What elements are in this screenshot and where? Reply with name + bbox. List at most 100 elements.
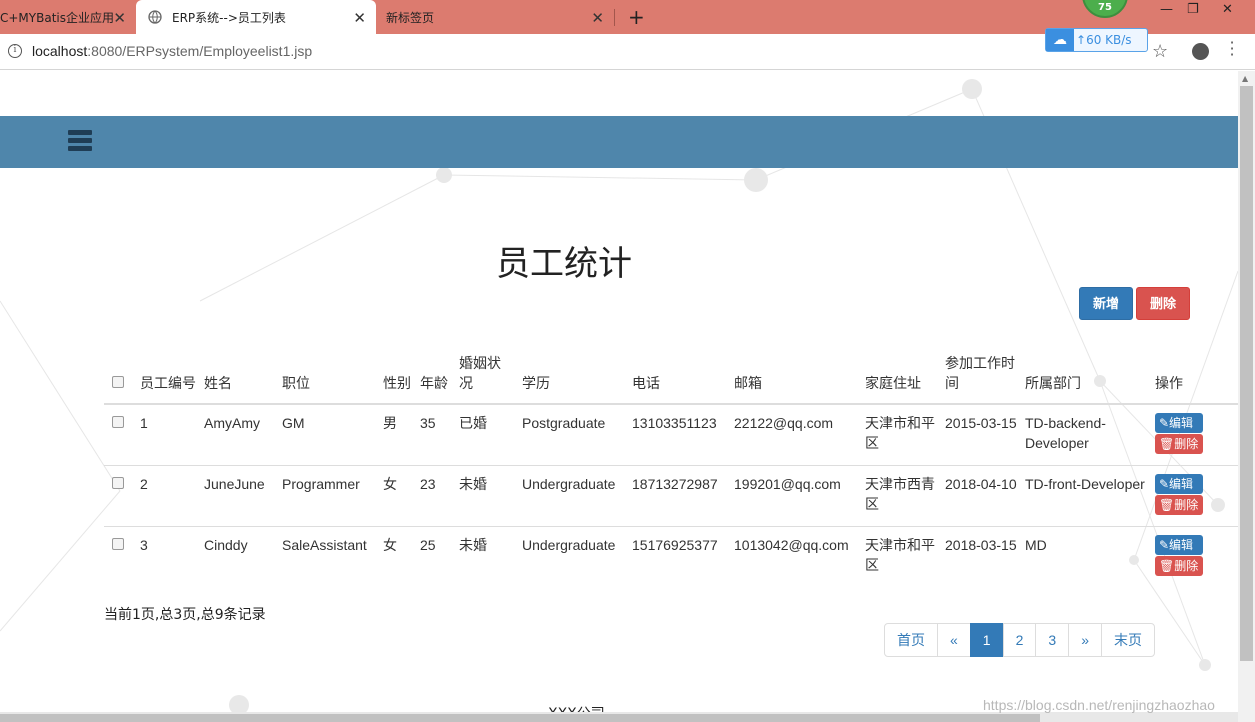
- hamburger-menu-icon[interactable]: [68, 130, 92, 152]
- horizontal-scrollbar[interactable]: [0, 712, 1238, 722]
- add-employee-button[interactable]: 新增: [1079, 287, 1133, 320]
- cell-department: TD-front-Developer: [1021, 465, 1151, 527]
- cell-id: 1: [136, 403, 200, 466]
- cell-department: TD-backend-Developer: [1021, 403, 1151, 466]
- column-header: 婚姻状况: [455, 349, 518, 405]
- globe-icon: [148, 10, 162, 24]
- url-text[interactable]: localhost:8080/ERPsystem/Employeelist1.j…: [32, 43, 312, 59]
- cell-marital-status: 未婚: [455, 526, 518, 587]
- pagination-summary: 当前1页,总3页,总9条记录: [104, 607, 266, 623]
- cell-age: 23: [416, 465, 455, 527]
- cell-address: 天津市西青区: [861, 465, 941, 527]
- cell-education: Postgraduate: [518, 403, 628, 466]
- cell-start-date: 2018-04-10: [941, 465, 1021, 527]
- employee-table: 员工编号 姓名 职位 性别 年龄 婚姻状况 学历 电话 邮箱 家庭住址 参加工作…: [104, 349, 1238, 587]
- scrollbar-thumb[interactable]: [0, 714, 1040, 722]
- close-tab-icon[interactable]: ✕: [353, 9, 366, 27]
- browser-tab-active[interactable]: ERP系统-->员工列表 ✕: [136, 0, 376, 34]
- edit-row-button[interactable]: ✎编辑: [1155, 413, 1203, 433]
- row-checkbox[interactable]: [112, 477, 124, 489]
- tab-title: 新标签页: [386, 10, 435, 25]
- vertical-scrollbar[interactable]: ▲: [1238, 71, 1255, 722]
- column-header: 家庭住址: [861, 349, 941, 405]
- bookmark-star-icon[interactable]: ☆: [1152, 41, 1168, 62]
- tab-separator: [614, 9, 615, 26]
- column-header: 年龄: [416, 349, 455, 405]
- edit-row-button[interactable]: ✎编辑: [1155, 535, 1203, 555]
- cell-email: 22122@qq.com: [730, 403, 861, 466]
- scroll-up-icon[interactable]: ▲: [1242, 74, 1248, 83]
- page-link-1[interactable]: 1: [969, 623, 1004, 657]
- column-header: 学历: [518, 349, 628, 405]
- cell-gender: 女: [379, 526, 416, 587]
- table-row: 1 AmyAmy GM 男 35 已婚 Postgraduate 1310335…: [104, 403, 1238, 466]
- cell-actions: ✎编辑 🗑删除: [1151, 526, 1238, 587]
- cell-gender: 男: [379, 403, 416, 466]
- cell-address: 天津市和平区: [861, 526, 941, 587]
- cell-phone: 13103351123: [628, 403, 730, 466]
- cell-address: 天津市和平区: [861, 403, 941, 466]
- row-checkbox[interactable]: [112, 538, 124, 550]
- minimize-icon[interactable]: —: [1160, 2, 1173, 17]
- account-icon[interactable]: [1192, 43, 1209, 60]
- first-page-link[interactable]: 首页: [884, 623, 938, 657]
- table-header-row: 员工编号 姓名 职位 性别 年龄 婚姻状况 学历 电话 邮箱 家庭住址 参加工作…: [104, 349, 1238, 405]
- upload-arrow-icon: ↑: [1076, 33, 1087, 47]
- page-title: 员工统计: [496, 244, 632, 284]
- delete-row-button[interactable]: 🗑删除: [1155, 495, 1203, 515]
- column-header: 职位: [278, 349, 379, 405]
- cell-name: JuneJune: [200, 465, 278, 527]
- table-row: 2 JuneJune Programmer 女 23 未婚 Undergradu…: [104, 465, 1238, 527]
- delete-row-button[interactable]: 🗑删除: [1155, 434, 1203, 454]
- cell-id: 3: [136, 526, 200, 587]
- next-page-link[interactable]: »: [1068, 623, 1102, 657]
- page-link-2[interactable]: 2: [1002, 623, 1037, 657]
- cell-phone: 15176925377: [628, 526, 730, 587]
- cell-phone: 18713272987: [628, 465, 730, 527]
- cell-education: Undergraduate: [518, 526, 628, 587]
- delete-row-button[interactable]: 🗑删除: [1155, 556, 1203, 576]
- cell-email: 1013042@qq.com: [730, 526, 861, 587]
- footer-company: XXX公司: [548, 703, 605, 712]
- cloud-icon: ☁: [1046, 29, 1074, 51]
- browser-tab[interactable]: C+MYBatis企业应用 ✕: [0, 0, 136, 34]
- browser-menu-icon[interactable]: · · ·: [1227, 35, 1237, 63]
- window-close-icon[interactable]: ✕: [1222, 2, 1233, 17]
- column-header: 操作: [1151, 349, 1238, 405]
- column-header: 所属部门: [1021, 349, 1151, 405]
- table-row: 3 Cinddy SaleAssistant 女 25 未婚 Undergrad…: [104, 526, 1238, 587]
- upload-speed: 60 KB/s: [1086, 33, 1132, 47]
- performance-badge[interactable]: 75: [1082, 0, 1128, 18]
- close-tab-icon[interactable]: ✕: [113, 9, 126, 27]
- top-navbar: [0, 116, 1238, 168]
- column-header: 姓名: [200, 349, 278, 405]
- maximize-icon[interactable]: ❐: [1187, 2, 1199, 17]
- cell-marital-status: 已婚: [455, 403, 518, 466]
- browser-tab[interactable]: 新标签页 ✕: [376, 0, 614, 34]
- row-checkbox[interactable]: [112, 416, 124, 428]
- info-icon[interactable]: i: [8, 44, 22, 58]
- scrollbar-thumb[interactable]: [1240, 86, 1253, 661]
- cell-education: Undergraduate: [518, 465, 628, 527]
- prev-page-link[interactable]: «: [937, 623, 971, 657]
- cell-marital-status: 未婚: [455, 465, 518, 527]
- cell-actions: ✎编辑 🗑删除: [1151, 465, 1238, 527]
- delete-selected-button[interactable]: 删除: [1136, 287, 1190, 320]
- close-tab-icon[interactable]: ✕: [591, 9, 604, 27]
- cell-department: MD: [1021, 526, 1151, 587]
- watermark: https://blog.csdn.net/renjingzhaozhao: [983, 697, 1215, 713]
- page-link-3[interactable]: 3: [1035, 623, 1070, 657]
- cell-age: 35: [416, 403, 455, 466]
- cell-position: GM: [278, 403, 379, 466]
- edit-row-button[interactable]: ✎编辑: [1155, 474, 1203, 494]
- last-page-link[interactable]: 末页: [1100, 623, 1155, 657]
- column-header: 邮箱: [730, 349, 861, 405]
- tab-title: ERP系统-->员工列表: [172, 10, 286, 25]
- cell-start-date: 2018-03-15: [941, 526, 1021, 587]
- cell-email: 199201@qq.com: [730, 465, 861, 527]
- select-all-checkbox[interactable]: [112, 376, 124, 388]
- network-speed-widget[interactable]: ☁ ↑ 60 KB/s: [1045, 28, 1148, 52]
- new-tab-icon[interactable]: +: [628, 5, 645, 29]
- column-header: 参加工作时间: [941, 349, 1021, 405]
- cell-actions: ✎编辑 🗑删除: [1151, 403, 1238, 466]
